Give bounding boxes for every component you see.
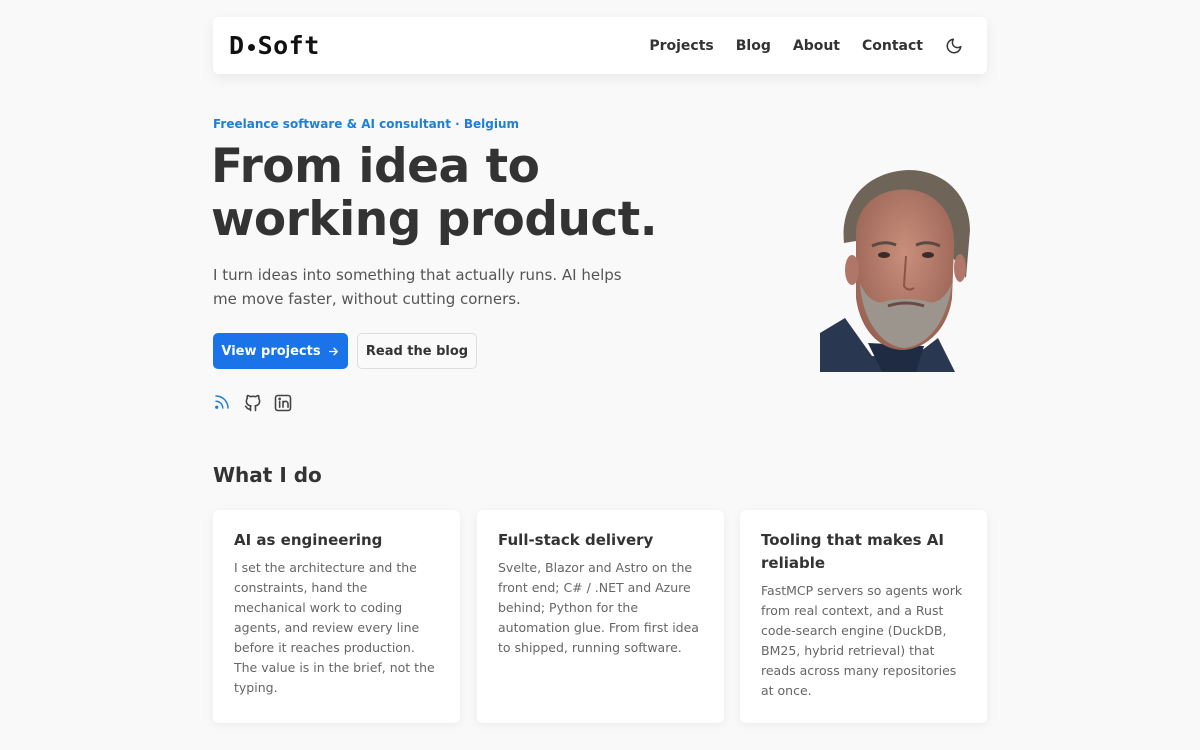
navbar: D Soft Projects Blog About Contact: [213, 17, 987, 74]
rss-icon[interactable]: [213, 393, 233, 413]
logo-right: Soft: [257, 31, 320, 60]
hero-title: From idea to working product.: [211, 139, 658, 247]
nav-link-blog[interactable]: Blog: [736, 38, 771, 54]
card-body: Svelte, Blazor and Astro on the front en…: [498, 560, 699, 655]
view-projects-label: View projects: [221, 343, 321, 359]
logo[interactable]: D Soft: [229, 31, 320, 60]
moon-icon[interactable]: [945, 37, 963, 55]
hero-tagline: Freelance software & AI consultant · Bel…: [213, 117, 520, 131]
profile-photo: [820, 168, 972, 372]
read-blog-button[interactable]: Read the blog: [357, 333, 477, 369]
logo-dot: [247, 44, 255, 51]
nav-links: Projects Blog About Contact: [627, 37, 963, 55]
logo-left: D: [229, 31, 245, 60]
hero-subtitle: I turn ideas into something that actuall…: [213, 266, 622, 308]
service-card: Tooling that makes AI reliable FastMCP s…: [740, 510, 987, 723]
card-body: FastMCP servers so agents work from real…: [761, 583, 963, 698]
nav-link-about[interactable]: About: [793, 38, 840, 54]
nav-link-projects[interactable]: Projects: [649, 38, 713, 54]
social-links: [213, 393, 293, 413]
service-card: AI as engineering I set the architecture…: [213, 510, 460, 723]
card-title: Full-stack delivery: [498, 531, 654, 549]
card-title: Tooling that makes AI reliable: [761, 531, 944, 572]
card-body: I set the architecture and the constrain…: [234, 560, 435, 695]
linkedin-icon[interactable]: [273, 393, 293, 413]
service-card: Full-stack delivery Svelte, Blazor and A…: [477, 510, 724, 723]
card-title: AI as engineering: [234, 531, 383, 549]
github-icon[interactable]: [243, 393, 263, 413]
view-projects-button[interactable]: View projects: [213, 333, 348, 369]
section-title: What I do: [213, 463, 322, 487]
nav-link-contact[interactable]: Contact: [862, 38, 923, 54]
arrow-right-icon: [327, 345, 340, 358]
